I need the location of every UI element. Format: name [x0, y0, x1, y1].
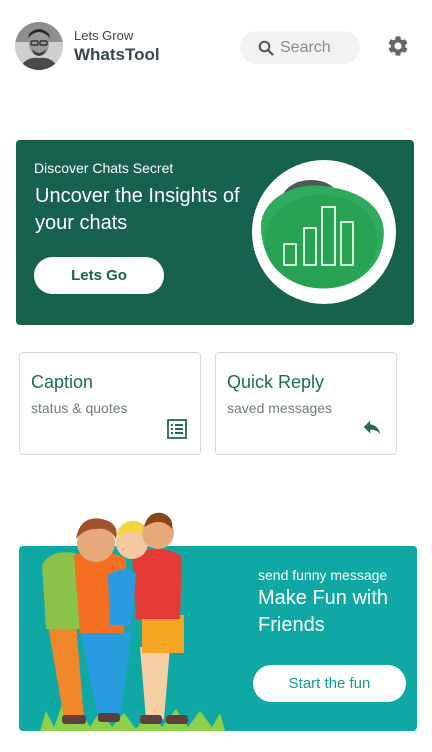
greeting-text: Lets Grow	[74, 28, 134, 43]
app-title: WhatsTool	[74, 45, 160, 64]
lets-go-button[interactable]: Lets Go	[34, 257, 164, 294]
start-the-fun-button[interactable]: Start the fun	[253, 665, 406, 702]
quick-reply-card[interactable]: Quick Reply saved messages	[215, 352, 397, 455]
fun-title: Make Fun with Friends	[258, 587, 389, 636]
list-icon	[167, 419, 187, 439]
search-icon	[258, 40, 274, 56]
quick-reply-subtitle: saved messages	[227, 400, 333, 416]
gear-icon[interactable]	[386, 34, 410, 58]
user-avatar-photo	[15, 22, 63, 70]
insights-title: Uncover the Insights of your chats	[35, 185, 240, 234]
insights-banner: Discover Chats Secret Uncover the Insigh…	[16, 140, 414, 325]
laughing-friends-illustration	[40, 512, 225, 731]
quick-reply-title: Quick Reply	[227, 372, 325, 392]
caption-card[interactable]: Caption status & quotes	[19, 352, 201, 455]
caption-title: Caption	[31, 372, 94, 392]
insights-kicker: Discover Chats Secret	[34, 160, 174, 176]
reply-icon	[363, 420, 381, 435]
search-input[interactable]	[280, 38, 360, 57]
fun-kicker: send funny message	[258, 567, 388, 583]
caption-subtitle: status & quotes	[31, 400, 128, 416]
search-bar[interactable]	[240, 31, 360, 64]
avatar[interactable]	[15, 22, 63, 70]
bar-chart-icon	[252, 160, 396, 304]
